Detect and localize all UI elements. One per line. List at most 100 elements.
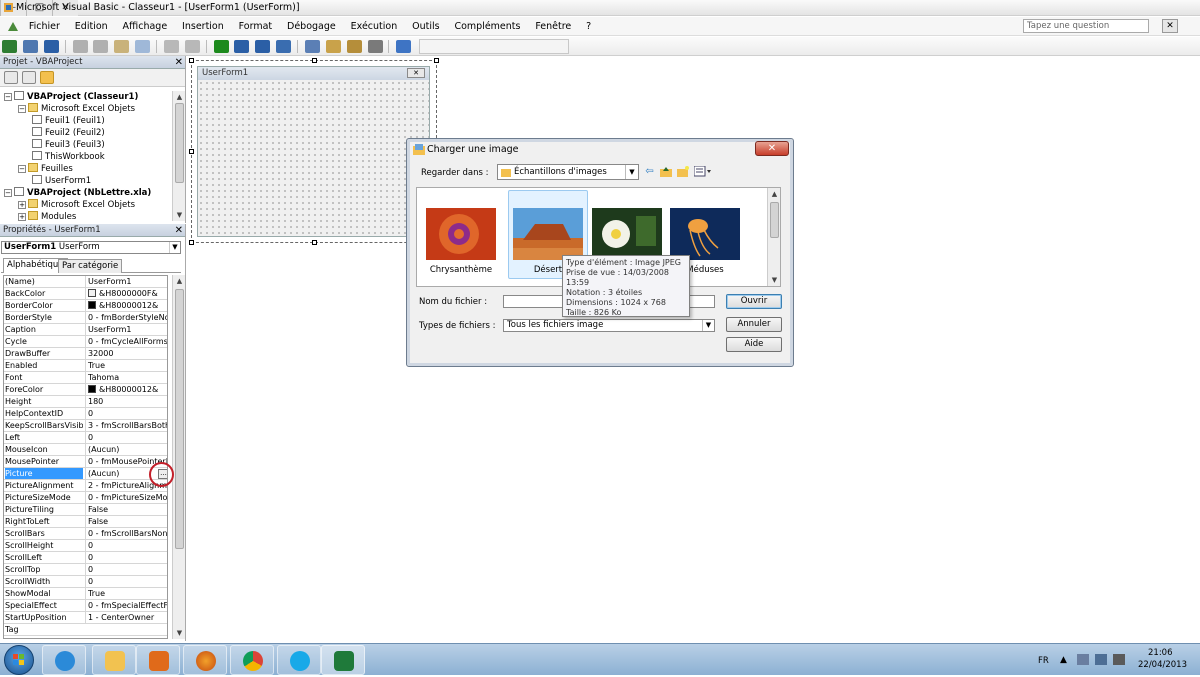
scroll-up-icon[interactable]: ▲ [174,92,185,102]
tree-node[interactable]: ThisWorkbook [32,151,105,163]
property-value[interactable]: 0 [85,576,167,587]
show-hidden-icons-icon[interactable]: ▲ [1060,655,1067,665]
redo-icon[interactable] [184,40,200,53]
property-row[interactable]: MouseIcon (Aucun) [4,444,167,456]
object-browser-icon[interactable] [346,40,362,53]
resize-handle[interactable] [434,58,439,63]
property-row[interactable]: MousePointer0 - fmMousePointerDefault [4,456,167,468]
property-value[interactable]: 0 [85,552,167,563]
chevron-down-icon[interactable]: ▼ [625,165,638,179]
property-row[interactable]: ScrollBars 0 - fmScrollBarsNone [4,528,167,540]
filetype-select[interactable]: Tous les fichiers image ▼ [503,319,715,332]
help-icon[interactable] [396,40,412,53]
excel-view-icon[interactable] [2,40,17,53]
clock-time[interactable]: 21:06 [1148,648,1173,658]
network-icon[interactable] [1095,654,1107,665]
close-child-button[interactable]: ✕ [1162,19,1178,33]
resize-handle[interactable] [312,240,317,245]
property-value[interactable]: 0 - fmPictureSizeModeClip [85,492,167,503]
scroll-thumb[interactable] [175,289,184,549]
menu-debogage[interactable]: Débogage [281,17,342,36]
property-row[interactable]: Picture (Aucun)... [4,468,167,480]
property-value[interactable]: (Aucun) [85,444,167,455]
new-folder-icon[interactable] [676,166,689,178]
scroll-up-icon[interactable]: ▲ [174,276,185,286]
tab-par-categorie[interactable]: Par catégorie [58,259,123,273]
question-input[interactable]: Tapez une question [1023,19,1149,33]
property-value[interactable]: Tahoma [85,372,167,383]
cut-icon[interactable] [72,40,88,53]
cancel-button[interactable]: Annuler [726,317,782,332]
open-button[interactable]: Ouvrir [726,294,782,309]
property-value[interactable]: UserForm1 [85,276,167,287]
property-row[interactable]: StartUpPosition 1 - CenterOwner [4,612,167,624]
property-row[interactable]: Font Tahoma [4,372,167,384]
tree-node[interactable]: + Microsoft Excel Objets [18,199,135,211]
ie-taskbar-button[interactable] [42,645,86,675]
property-row[interactable]: RightToLeft False [4,516,167,528]
property-row[interactable]: SpecialEffect 0 - fmSpecialEffectFlat [4,600,167,612]
menu-help[interactable]: ? [580,17,597,36]
menu-insertion[interactable]: Insertion [176,17,230,36]
property-value[interactable]: 3 - fmScrollBarsBoth [85,420,167,431]
property-row[interactable]: PictureAlignment2 - fmPictureAlignmentCe… [4,480,167,492]
property-value[interactable]: 0 - fmBorderStyleNone [85,312,167,323]
property-value[interactable]: 1 - CenterOwner [85,612,167,623]
property-row[interactable]: BackColor &H8000000F& [4,288,167,300]
property-row[interactable]: Height 180 [4,396,167,408]
tree-node[interactable]: Feuil2 (Feuil2) [32,127,105,139]
expand-icon[interactable]: + [18,213,26,221]
chrome-taskbar-button[interactable] [230,645,274,675]
property-value[interactable]: &H8000000F& [85,288,167,299]
scroll-thumb[interactable] [770,202,779,238]
menu-affichage[interactable]: Affichage [117,17,174,36]
property-row[interactable]: ScrollWidth 0 [4,576,167,588]
toolbox-icon[interactable] [367,40,383,53]
excel-taskbar-button[interactable] [321,645,365,675]
collapse-icon[interactable]: − [18,165,26,173]
tree-node[interactable]: − Microsoft Excel Objets [18,103,135,115]
menu-execution[interactable]: Exécution [345,17,404,36]
undo-icon[interactable] [163,40,179,53]
userform-grid[interactable] [198,80,429,236]
firefox-taskbar-button[interactable] [183,645,227,675]
volume-icon[interactable] [1113,654,1125,665]
scroll-down-icon[interactable]: ▼ [174,210,185,220]
tree-node[interactable]: − VBAProject (Classeur1) [4,91,138,103]
toggle-folders-icon[interactable] [40,71,54,84]
collapse-icon[interactable]: − [4,93,12,101]
tree-node[interactable]: Feuil1 (Feuil1) [32,115,105,127]
language-indicator[interactable]: FR [1038,656,1049,666]
property-value[interactable]: &H80000012& [85,300,167,311]
look-in-select[interactable]: Échantillons d'images ▼ [497,164,639,180]
property-row[interactable]: (Name) UserForm1 [4,276,167,288]
property-row[interactable]: Tag [4,624,167,636]
properties-icon[interactable] [325,40,341,53]
find-icon[interactable] [135,40,151,53]
collapse-icon[interactable]: − [4,189,12,197]
property-row[interactable]: PictureTiling False [4,504,167,516]
run-icon[interactable] [213,40,229,53]
menu-complements[interactable]: Compléments [448,17,526,36]
object-selector[interactable]: UserForm1 UserForm ▼ [1,241,181,254]
view-menu-icon[interactable] [693,165,713,178]
chevron-down-icon[interactable]: ▼ [169,242,180,253]
properties-close-button[interactable]: ✕ [175,224,183,237]
design-mode-icon[interactable] [276,40,292,53]
collapse-icon[interactable]: − [18,105,26,113]
property-row[interactable]: Caption UserForm1 [4,324,167,336]
property-row[interactable]: BorderColor &H80000012& [4,300,167,312]
thumbnail-flower[interactable] [592,208,662,260]
property-row[interactable]: DrawBuffer 32000 [4,348,167,360]
stop-icon[interactable] [255,40,271,53]
file-list-scrollbar[interactable]: ▲ ▼ [767,188,780,286]
tree-node[interactable]: Feuil3 (Feuil3) [32,139,105,151]
tree-node[interactable]: UserForm1 [32,175,91,187]
expand-icon[interactable]: + [18,201,26,209]
property-value[interactable]: False [85,516,167,527]
property-row[interactable]: HelpContextID 0 [4,408,167,420]
menu-fichier[interactable]: Fichier [23,17,66,36]
property-value[interactable]: True [85,588,167,599]
userform[interactable]: UserForm1 ✕ [197,66,430,237]
view-object-icon[interactable] [22,71,36,84]
